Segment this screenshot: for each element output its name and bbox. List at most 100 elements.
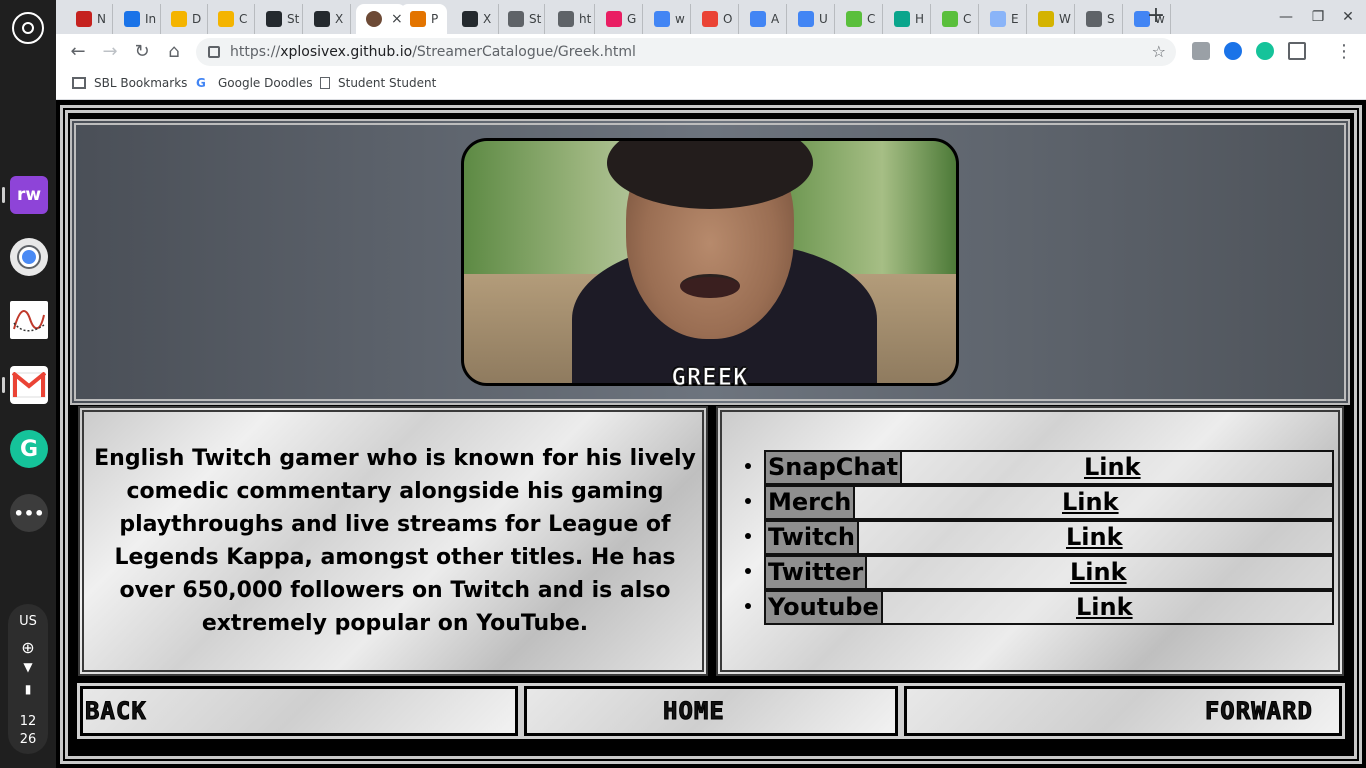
merch-link[interactable]: Link [1062, 487, 1119, 518]
link-row-snapchat: SnapChat Link [764, 450, 1334, 485]
bookmark-label: Google Doodles [218, 76, 313, 90]
grammarly-app-icon[interactable]: G [10, 430, 48, 468]
minimize-icon[interactable]: — [1272, 6, 1300, 28]
tab-title: C [239, 12, 248, 26]
tab-favicon-icon [894, 11, 910, 27]
tab-2[interactable]: D [161, 4, 208, 34]
menu-kebab-icon[interactable]: ⋮ [1330, 38, 1358, 66]
twitter-link[interactable]: Link [1070, 557, 1127, 588]
read-write-app-icon[interactable]: rw [10, 176, 48, 214]
forward-arrow-icon[interactable]: → [96, 38, 124, 66]
close-window-icon[interactable]: ✕ [1334, 6, 1362, 28]
tab-title: S [1107, 12, 1115, 26]
extension-icon[interactable] [1192, 42, 1210, 60]
read-write-app-label: rw [16, 185, 42, 205]
address-bar[interactable]: https://xplosivex.github.io/StreamerCata… [196, 38, 1176, 66]
launcher-icon [22, 22, 34, 34]
extension-globe-icon[interactable] [1224, 42, 1242, 60]
tab-favicon-icon [76, 11, 92, 27]
launcher-button[interactable] [12, 12, 44, 44]
back-arrow-icon[interactable]: ← [64, 38, 92, 66]
tab-6[interactable]: P [400, 4, 447, 34]
input-method-label: US [19, 614, 37, 629]
tab-20[interactable]: S [1076, 4, 1123, 34]
forward-button[interactable]: FORWARD [901, 683, 1345, 739]
web-page: GREEK English Twitch gamer who is known … [56, 101, 1366, 768]
more-apps-icon[interactable]: ••• [10, 494, 48, 532]
tab-16[interactable]: H [884, 4, 931, 34]
gmail-app-icon[interactable] [10, 366, 48, 404]
browser-toolbar: ← → ↻ ⌂ https://xplosivex.github.io/Stre… [56, 34, 1366, 70]
clock-hour: 12 [19, 714, 37, 729]
tab-active-greek[interactable]: × [356, 4, 406, 34]
tab-10[interactable]: G [596, 4, 643, 34]
reload-icon[interactable]: ↻ [128, 38, 156, 66]
tab-favicon-icon [990, 11, 1006, 27]
list-item: Twitch Link [764, 520, 1334, 555]
status-tray[interactable]: US ⊕ ▼ ▮ 12 26 [8, 604, 48, 754]
tab-title: C [867, 12, 876, 26]
tab-favicon-icon [558, 11, 574, 27]
bookmark-doodles[interactable]: G Google Doodles [196, 76, 313, 90]
bookmark-star-icon[interactable]: ☆ [1152, 38, 1166, 66]
close-tab-icon[interactable]: × [391, 11, 403, 27]
tab-7[interactable]: X [452, 4, 499, 34]
twitch-link[interactable]: Link [1066, 522, 1123, 553]
tab-1[interactable]: In [114, 4, 161, 34]
tab-17[interactable]: C [932, 4, 979, 34]
battery-icon: ▮ [24, 682, 32, 696]
tab-title: G [627, 12, 637, 26]
new-tab-button[interactable]: + [1142, 4, 1170, 30]
page-info-icon [208, 46, 220, 58]
url-scheme: https:// [230, 44, 281, 60]
tab-title: St [529, 12, 542, 26]
desmos-app-icon[interactable] [10, 301, 48, 339]
home-button[interactable]: HOME [521, 683, 901, 739]
tab-14[interactable]: U [788, 4, 835, 34]
grammarly-extension-icon[interactable] [1256, 42, 1274, 60]
running-indicator [2, 377, 5, 393]
portrait-mouth [680, 274, 740, 299]
tab-11[interactable]: w [644, 4, 691, 34]
link-label: Merch [766, 487, 856, 518]
bookmark-student[interactable]: Student Student [320, 76, 436, 90]
cast-icon[interactable] [1288, 42, 1306, 60]
home-icon[interactable]: ⌂ [160, 38, 188, 66]
tab-0[interactable]: N [66, 4, 113, 34]
tab-favicon-icon [410, 11, 426, 27]
bio-panel: English Twitch gamer who is known for hi… [78, 406, 708, 676]
snapchat-link[interactable]: Link [1084, 452, 1141, 483]
youtube-link[interactable]: Link [1076, 592, 1133, 623]
bookmark-label: SBL Bookmarks [94, 76, 188, 90]
tab-favicon-icon [218, 11, 234, 27]
tab-12[interactable]: O [692, 4, 739, 34]
tab-title: X [483, 12, 492, 26]
tab-favicon-icon [124, 11, 140, 27]
tab-favicon-icon [171, 11, 187, 27]
tab-favicon-icon [846, 11, 862, 27]
back-button[interactable]: BACK [77, 683, 521, 739]
tab-5[interactable]: X [304, 4, 351, 34]
bio-text: English Twitch gamer who is known for hi… [94, 446, 696, 636]
tab-9[interactable]: ht [548, 4, 595, 34]
tab-favicon-icon [462, 11, 478, 27]
folder-icon [72, 77, 86, 89]
restore-icon[interactable]: ❐ [1304, 6, 1332, 28]
tab-title: N [97, 12, 106, 26]
camera-app-icon[interactable] [10, 238, 48, 276]
tab-19[interactable]: W [1028, 4, 1075, 34]
link-label: Twitch [766, 522, 859, 553]
tab-8[interactable]: St [498, 4, 545, 34]
link-label: Youtube [766, 592, 883, 623]
tab-18[interactable]: E [980, 4, 1027, 34]
tab-13[interactable]: A [740, 4, 787, 34]
tab-4[interactable]: St [256, 4, 303, 34]
tab-15[interactable]: C [836, 4, 883, 34]
tab-3[interactable]: C [208, 4, 255, 34]
tab-favicon-icon [1038, 11, 1054, 27]
link-row-twitter: Twitter Link [764, 555, 1334, 590]
tab-favicon-icon [798, 11, 814, 27]
tab-title: P [431, 12, 439, 26]
bookmark-sbl[interactable]: SBL Bookmarks [72, 76, 187, 90]
running-indicator [2, 187, 5, 203]
